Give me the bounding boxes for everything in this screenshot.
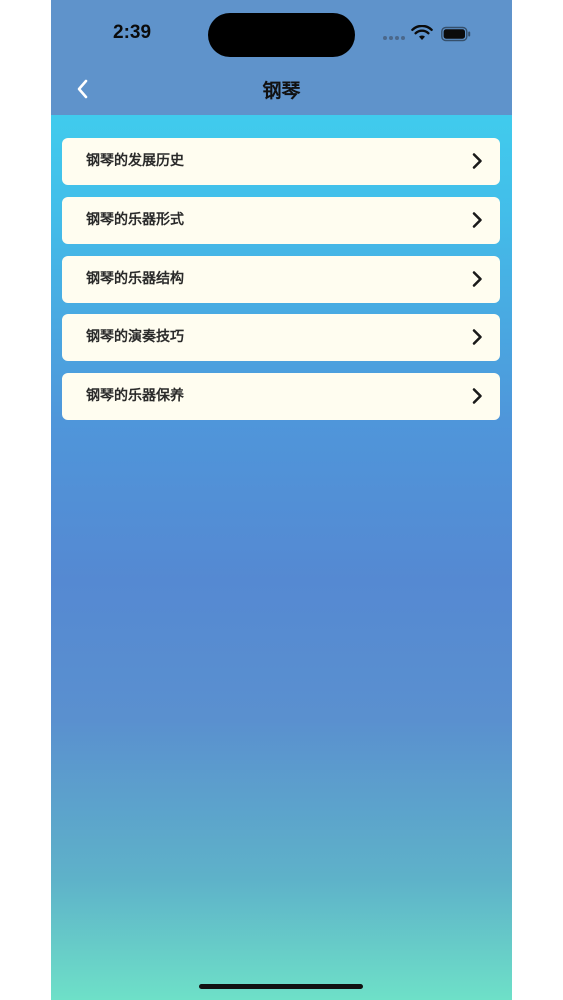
list-item-label: 钢琴的发展历史 (86, 153, 184, 169)
list-item-structure[interactable]: 钢琴的乐器结构 (62, 255, 500, 303)
app-screen: 2:39 钢琴 钢琴的发展历史 钢琴的乐器形式 钢琴的乐器结构 钢琴的演奏技巧 … (51, 0, 512, 1000)
list-item-history[interactable]: 钢琴的发展历史 (62, 138, 500, 185)
list-item-forms[interactable]: 钢琴的乐器形式 (62, 196, 500, 244)
chevron-right-icon (472, 211, 482, 228)
list-item-label: 钢琴的乐器结构 (86, 270, 184, 287)
status-time: 2:39 (113, 22, 152, 43)
list-item-label: 钢琴的乐器形式 (86, 211, 184, 228)
chevron-right-icon (472, 270, 482, 287)
wifi-icon (411, 25, 433, 40)
battery-icon (441, 26, 471, 42)
status-bar: 2:39 钢琴 (51, 0, 512, 115)
topic-list: 钢琴的发展历史 钢琴的乐器形式 钢琴的乐器结构 钢琴的演奏技巧 钢琴的乐器保养 (62, 138, 500, 432)
list-item-label: 钢琴的演奏技巧 (86, 329, 184, 346)
chevron-right-icon (472, 388, 482, 404)
page-title: 钢琴 (262, 80, 301, 102)
dynamic-island (208, 13, 355, 57)
chevron-right-icon (472, 153, 482, 169)
chevron-right-icon (472, 329, 482, 346)
home-indicator[interactable] (199, 984, 363, 989)
cellular-signal-icon (383, 36, 405, 40)
list-item-technique[interactable]: 钢琴的演奏技巧 (62, 314, 500, 362)
list-item-maintenance[interactable]: 钢琴的乐器保养 (62, 373, 500, 420)
list-item-label: 钢琴的乐器保养 (86, 388, 184, 404)
